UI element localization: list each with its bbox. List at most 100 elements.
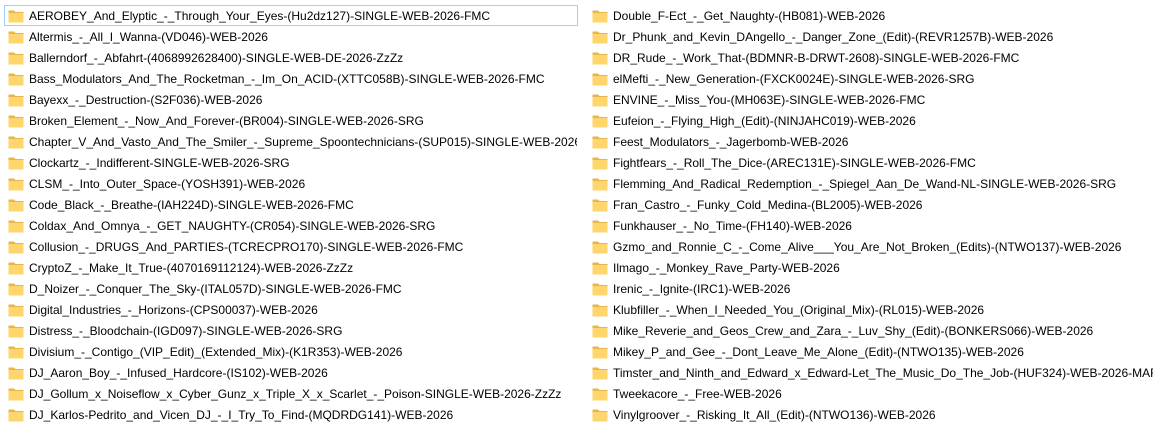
folder-name-label: DJ_Karlos-Pedrito_and_Vicen_DJ_-_I_Try_T… <box>29 407 454 422</box>
list-item[interactable]: Coldax_And_Omnya_-_GET_NAUGHTY-(CR054)-S… <box>4 215 578 236</box>
list-item[interactable]: Distress_-_Bloodchain-(IGD097)-SINGLE-WE… <box>4 320 578 341</box>
folder-icon <box>8 324 24 338</box>
folder-icon <box>592 219 608 233</box>
folder-icon <box>8 198 24 212</box>
list-item[interactable]: Irenic_-_Ignite-(IRC1)-WEB-2026 <box>588 278 1154 299</box>
list-item[interactable]: Dr_Phunk_and_Kevin_DAngello_-_Danger_Zon… <box>588 26 1154 47</box>
folder-icon <box>592 156 608 170</box>
folder-icon <box>8 177 24 191</box>
list-item[interactable]: Funkhauser_-_No_Time-(FH140)-WEB-2026 <box>588 215 1154 236</box>
list-item[interactable]: Ballerndorf_-_Abfahrt-(4068992628400)-SI… <box>4 47 578 68</box>
folder-name-label: Divisium_-_Contigo_(VIP_Edit)_(Extended_… <box>29 344 403 359</box>
folder-icon <box>8 9 24 23</box>
list-item[interactable]: Timster_and_Ninth_and_Edward_x_Edward-Le… <box>588 362 1154 383</box>
file-column-left: AEROBEY_And_Elyptic_-_Through_Your_Eyes-… <box>0 0 588 430</box>
folder-name-label: Chapter_V_And_Vasto_And_The_Smiler_-_Sup… <box>29 134 577 149</box>
list-item[interactable]: Feest_Modulators_-_Jagerbomb-WEB-2026 <box>588 131 1154 152</box>
folder-name-label: Code_Black_-_Breathe-(IAH224D)-SINGLE-WE… <box>29 197 354 212</box>
list-item[interactable]: Altermis_-_All_I_Wanna-(VD046)-WEB-2026 <box>4 26 578 47</box>
folder-icon <box>8 282 24 296</box>
folder-name-label: Eufeion_-_Flying_High_(Edit)-(NINJAHC019… <box>613 113 916 128</box>
folder-icon <box>592 72 608 86</box>
folder-name-label: Mikey_P_and_Gee_-_Dont_Leave_Me_Alone_(E… <box>613 344 1024 359</box>
folder-name-label: Flemming_And_Radical_Redemption_-_Spiege… <box>613 176 1117 191</box>
list-item[interactable]: Eufeion_-_Flying_High_(Edit)-(NINJAHC019… <box>588 110 1154 131</box>
list-item[interactable]: Vinylgroover_-_Risking_It_All_(Edit)-(NT… <box>588 404 1154 425</box>
folder-icon <box>592 93 608 107</box>
list-item[interactable]: CryptoZ_-_Make_It_True-(4070169112124)-W… <box>4 257 578 278</box>
list-item[interactable]: Broken_Element_-_Now_And_Forever-(BR004)… <box>4 110 578 131</box>
list-item[interactable]: DJ_Karlos-Pedrito_and_Vicen_DJ_-_I_Try_T… <box>4 404 578 425</box>
list-item[interactable]: Mike_Reverie_and_Geos_Crew_and_Zara_-_Lu… <box>588 320 1154 341</box>
folder-icon <box>592 261 608 275</box>
folder-name-label: Dr_Phunk_and_Kevin_DAngello_-_Danger_Zon… <box>613 29 1054 44</box>
folder-name-label: Coldax_And_Omnya_-_GET_NAUGHTY-(CR054)-S… <box>29 218 436 233</box>
list-item[interactable]: Bass_Modulators_And_The_Rocketman_-_Im_O… <box>4 68 578 89</box>
folder-name-label: Digital_Industries_-_Horizons-(CPS00037)… <box>29 302 318 317</box>
folder-name-label: Timster_and_Ninth_and_Edward_x_Edward-Le… <box>613 365 1153 380</box>
folder-icon <box>592 282 608 296</box>
folder-icon <box>8 51 24 65</box>
folder-name-label: Fightfears_-_Roll_The_Dice-(AREC131E)-SI… <box>613 155 976 170</box>
folder-icon <box>8 387 24 401</box>
folder-name-label: DJ_Aaron_Boy_-_Infused_Hardcore-(IS102)-… <box>29 365 328 380</box>
list-item[interactable]: Fightfears_-_Roll_The_Dice-(AREC131E)-SI… <box>588 152 1154 173</box>
folder-name-label: Clockartz_-_Indifferent-SINGLE-WEB-2026-… <box>29 155 290 170</box>
list-item[interactable]: DR_Rude_-_Work_That-(BDMNR-B-DRWT-2608)-… <box>588 47 1154 68</box>
folder-list-left: AEROBEY_And_Elyptic_-_Through_Your_Eyes-… <box>4 5 578 425</box>
list-item[interactable]: DJ_Gollum_x_Noiseflow_x_Cyber_Gunz_x_Tri… <box>4 383 578 404</box>
list-item[interactable]: Gzmo_and_Ronnie_C_-_Come_Alive___You_Are… <box>588 236 1154 257</box>
list-item[interactable]: Clockartz_-_Indifferent-SINGLE-WEB-2026-… <box>4 152 578 173</box>
folder-icon <box>592 177 608 191</box>
folder-icon <box>592 408 608 422</box>
folder-icon <box>592 9 608 23</box>
folder-icon <box>592 387 608 401</box>
folder-name-label: Klubfiller_-_When_I_Needed_You_(Original… <box>613 302 985 317</box>
folder-name-label: CryptoZ_-_Make_It_True-(4070169112124)-W… <box>29 260 354 275</box>
folder-name-label: DR_Rude_-_Work_That-(BDMNR-B-DRWT-2608)-… <box>613 50 1020 65</box>
folder-icon <box>8 30 24 44</box>
list-item[interactable]: Chapter_V_And_Vasto_And_The_Smiler_-_Sup… <box>4 131 578 152</box>
list-item[interactable]: elMefti_-_New_Generation-(FXCK0024E)-SIN… <box>588 68 1154 89</box>
list-item[interactable]: Divisium_-_Contigo_(VIP_Edit)_(Extended_… <box>4 341 578 362</box>
folder-name-label: elMefti_-_New_Generation-(FXCK0024E)-SIN… <box>613 71 975 86</box>
folder-icon <box>8 261 24 275</box>
folder-name-label: Gzmo_and_Ronnie_C_-_Come_Alive___You_Are… <box>613 239 1122 254</box>
list-item[interactable]: Ilmago_-_Monkey_Rave_Party-WEB-2026 <box>588 257 1154 278</box>
folder-icon <box>592 114 608 128</box>
folder-name-label: D_Noizer_-_Conquer_The_Sky-(ITAL057D)-SI… <box>29 281 402 296</box>
list-item[interactable]: Digital_Industries_-_Horizons-(CPS00037)… <box>4 299 578 320</box>
folder-name-label: Collusion_-_DRUGS_And_PARTIES-(TCRECPRO1… <box>29 239 464 254</box>
folder-icon <box>8 135 24 149</box>
list-item[interactable]: Bayexx_-_Destruction-(S2F036)-WEB-2026 <box>4 89 578 110</box>
folder-name-label: DJ_Gollum_x_Noiseflow_x_Cyber_Gunz_x_Tri… <box>29 386 562 401</box>
list-item[interactable]: Double_F-Ect_-_Get_Naughty-(HB081)-WEB-2… <box>588 5 1154 26</box>
list-item[interactable]: Collusion_-_DRUGS_And_PARTIES-(TCRECPRO1… <box>4 236 578 257</box>
list-item[interactable]: ENVINE_-_Miss_You-(MH063E)-SINGLE-WEB-20… <box>588 89 1154 110</box>
folder-icon <box>8 303 24 317</box>
folder-name-label: Altermis_-_All_I_Wanna-(VD046)-WEB-2026 <box>29 29 268 44</box>
folder-name-label: Double_F-Ect_-_Get_Naughty-(HB081)-WEB-2… <box>613 8 886 23</box>
list-item[interactable]: Code_Black_-_Breathe-(IAH224D)-SINGLE-WE… <box>4 194 578 215</box>
folder-name-label: Fran_Castro_-_Funky_Cold_Medina-(BL2005)… <box>613 197 923 212</box>
folder-name-label: Distress_-_Bloodchain-(IGD097)-SINGLE-WE… <box>29 323 343 338</box>
file-list-pane: AEROBEY_And_Elyptic_-_Through_Your_Eyes-… <box>0 0 1176 430</box>
folder-name-label: ENVINE_-_Miss_You-(MH063E)-SINGLE-WEB-20… <box>613 92 926 107</box>
list-item[interactable]: Tweekacore_-_Free-WEB-2026 <box>588 383 1154 404</box>
folder-icon <box>8 93 24 107</box>
list-item[interactable]: CLSM_-_Into_Outer_Space-(YOSH391)-WEB-20… <box>4 173 578 194</box>
list-item[interactable]: DJ_Aaron_Boy_-_Infused_Hardcore-(IS102)-… <box>4 362 578 383</box>
list-item[interactable]: Flemming_And_Radical_Redemption_-_Spiege… <box>588 173 1154 194</box>
list-item[interactable]: Fran_Castro_-_Funky_Cold_Medina-(BL2005)… <box>588 194 1154 215</box>
folder-name-label: Mike_Reverie_and_Geos_Crew_and_Zara_-_Lu… <box>613 323 1094 338</box>
folder-icon <box>8 219 24 233</box>
list-item[interactable]: Mikey_P_and_Gee_-_Dont_Leave_Me_Alone_(E… <box>588 341 1154 362</box>
folder-name-label: Irenic_-_Ignite-(IRC1)-WEB-2026 <box>613 281 791 296</box>
folder-name-label: Ilmago_-_Monkey_Rave_Party-WEB-2026 <box>613 260 840 275</box>
folder-name-label: Tweekacore_-_Free-WEB-2026 <box>613 386 782 401</box>
list-item[interactable]: D_Noizer_-_Conquer_The_Sky-(ITAL057D)-SI… <box>4 278 578 299</box>
folder-icon <box>592 51 608 65</box>
list-item[interactable]: Klubfiller_-_When_I_Needed_You_(Original… <box>588 299 1154 320</box>
folder-icon <box>8 345 24 359</box>
list-item[interactable]: AEROBEY_And_Elyptic_-_Through_Your_Eyes-… <box>4 5 578 26</box>
